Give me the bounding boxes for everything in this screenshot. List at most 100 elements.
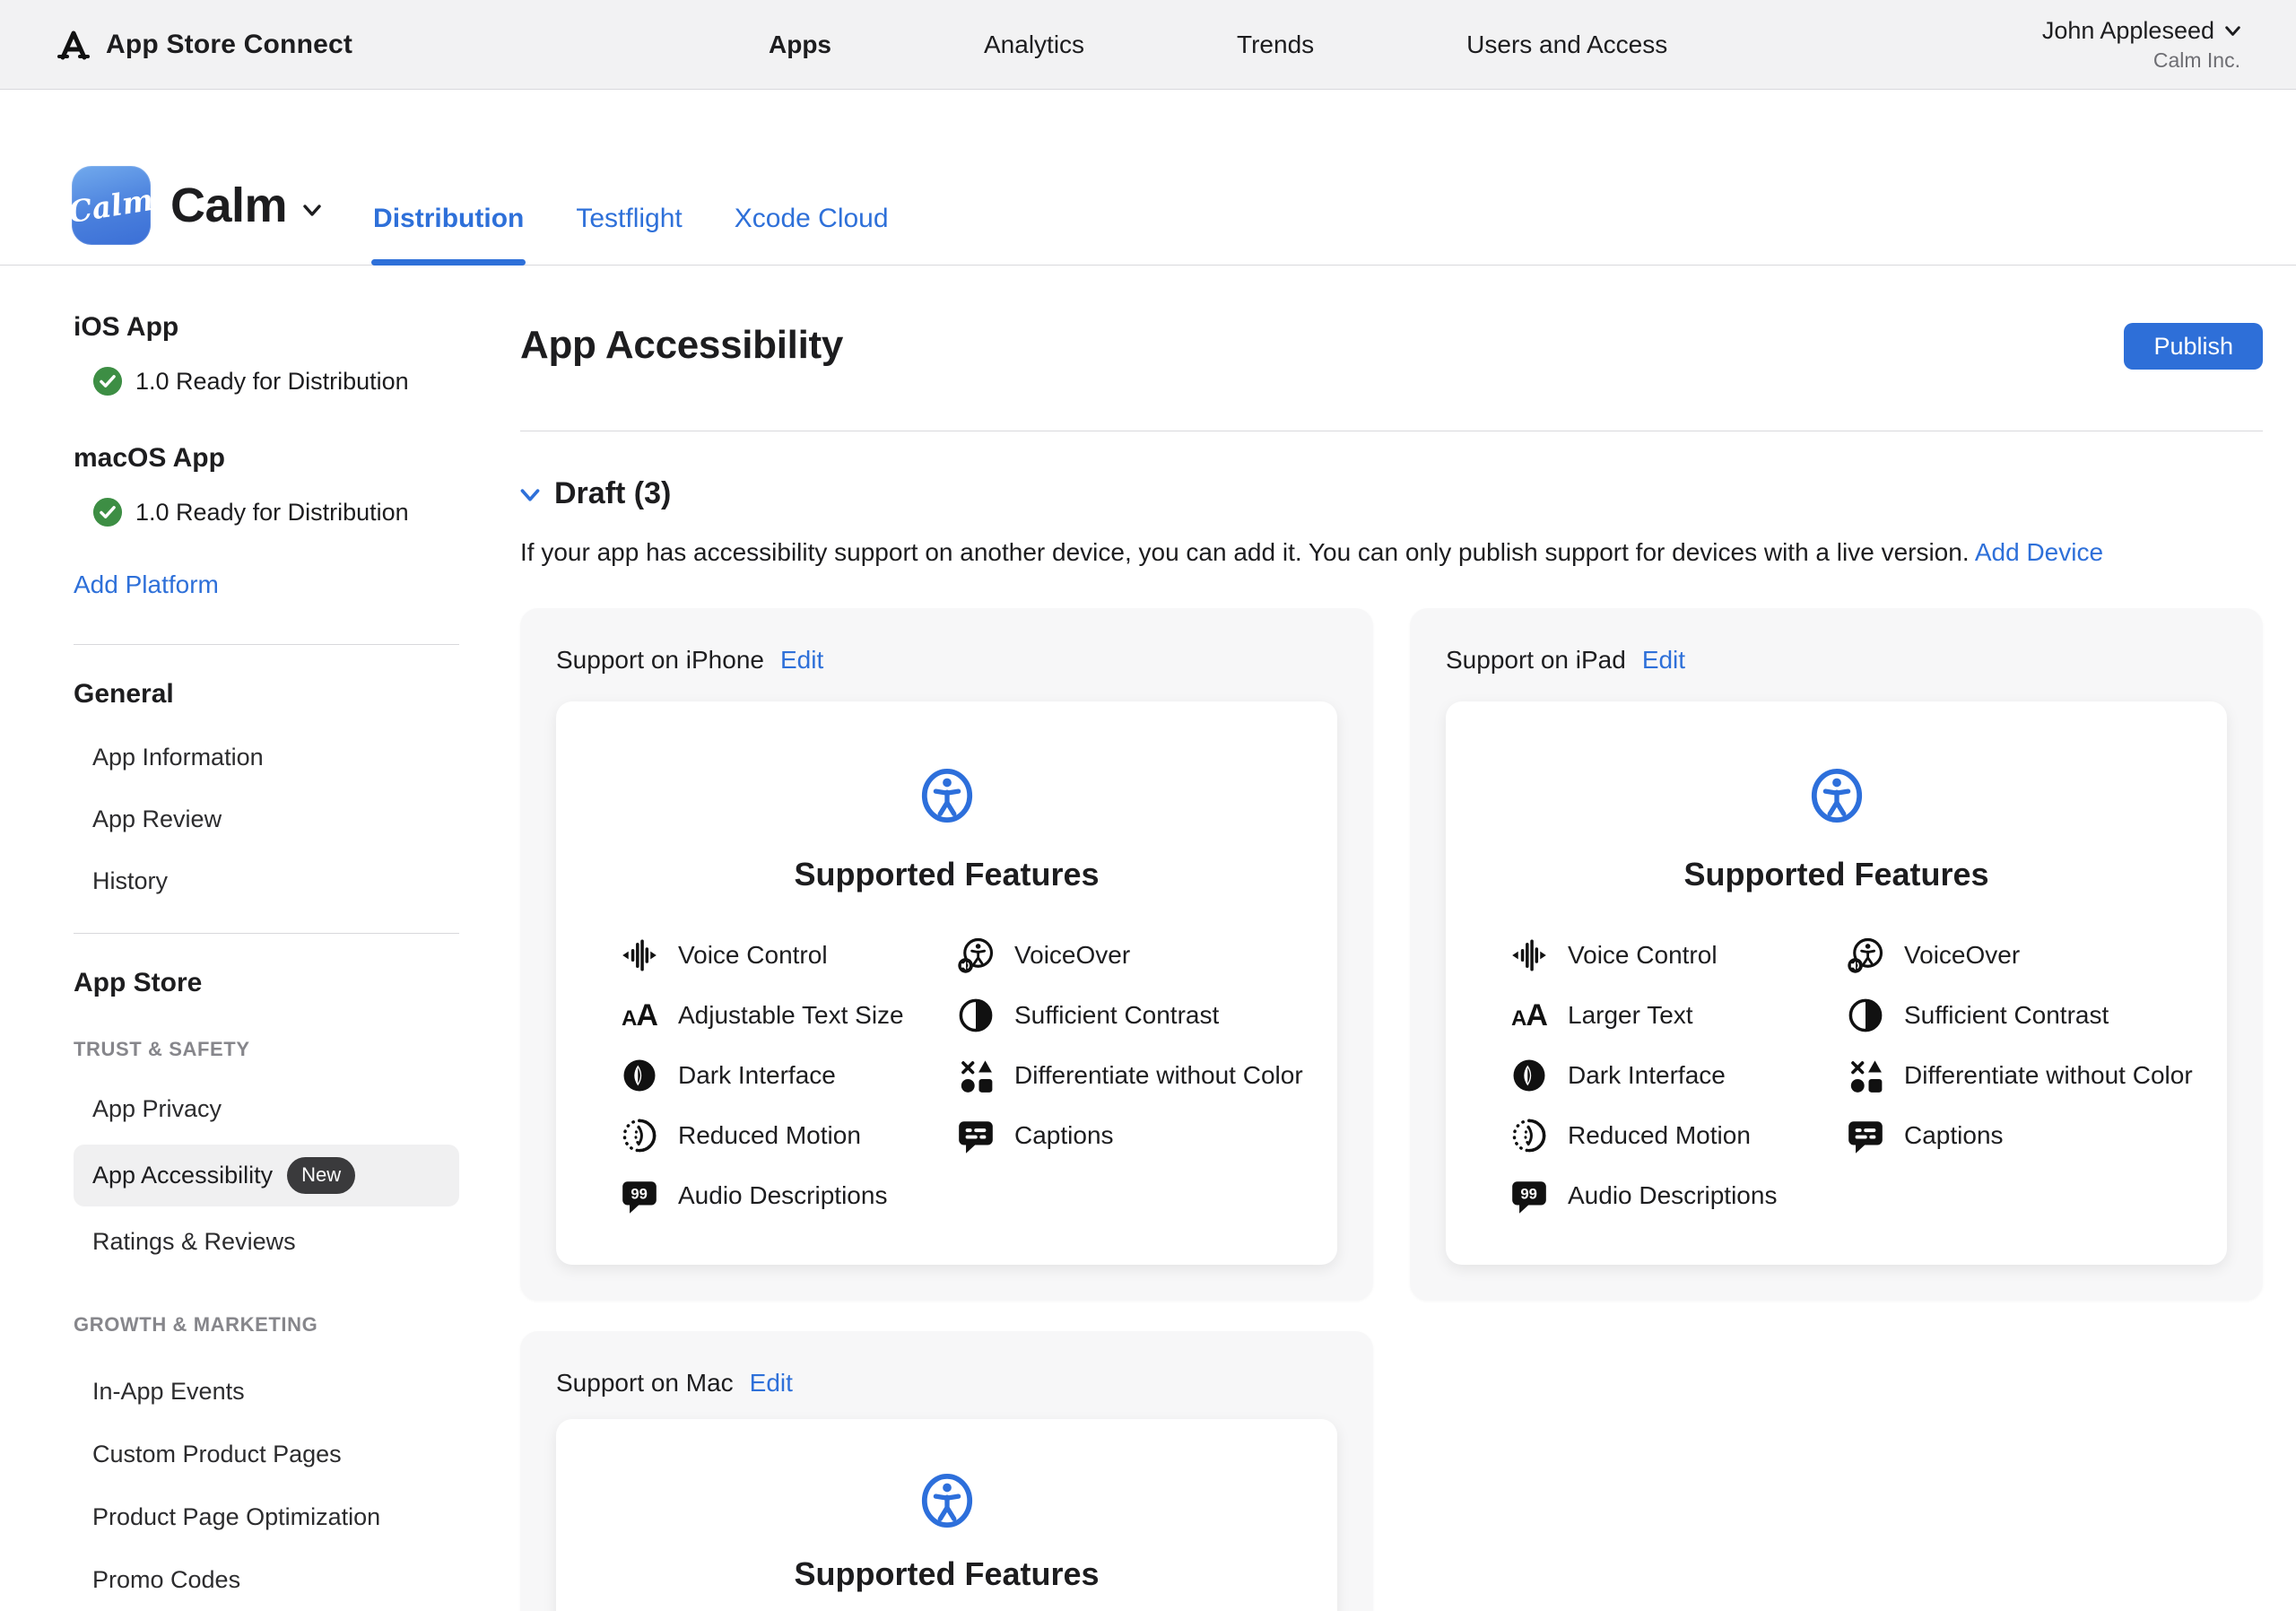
add-platform-link[interactable]: Add Platform — [74, 570, 219, 599]
sidebar-item-app-review[interactable]: App Review — [74, 806, 459, 833]
add-device-link[interactable]: Add Device — [1975, 538, 2103, 566]
voice-control-icon — [1509, 935, 1550, 976]
publish-button[interactable]: Publish — [2124, 323, 2263, 370]
supported-features-title: Supported Features — [556, 856, 1337, 893]
draft-description: If your app has accessibility support on… — [520, 538, 2263, 567]
nav-item-analytics[interactable]: Analytics — [984, 30, 1084, 59]
differentiate-without-color-icon — [955, 1055, 996, 1096]
captions-icon — [1845, 1115, 1886, 1156]
dark-interface-icon — [1509, 1055, 1550, 1096]
sidebar-item-app-information[interactable]: App Information — [74, 744, 459, 771]
section-title-app-store: App Store — [74, 968, 459, 998]
feature-adjustable-text-size: AA Adjustable Text Size — [619, 995, 955, 1036]
differentiate-without-color-icon — [1845, 1055, 1886, 1096]
ios-status-row[interactable]: 1.0 Ready for Distribution — [74, 366, 459, 396]
new-badge: New — [287, 1157, 355, 1194]
support-on-mac-card: Support on Mac Edit Supported Features — [520, 1331, 1373, 1611]
support-on-ipad-card: Support on iPad Edit Supported Features … — [1410, 608, 2263, 1301]
card-title-ipad: Support on iPad — [1446, 646, 1626, 675]
accessibility-icon — [1809, 768, 1865, 823]
feature-captions: Captions — [955, 1115, 1337, 1156]
platform-title-ios: iOS App — [74, 312, 459, 343]
nav-item-trends[interactable]: Trends — [1237, 30, 1314, 59]
check-circle-icon — [92, 497, 123, 527]
app-tabs: Distribution Testflight Xcode Cloud — [373, 90, 889, 265]
feature-reduced-motion: Reduced Motion — [619, 1115, 955, 1156]
draft-title: Draft (3) — [554, 476, 671, 511]
feature-differentiate-without-color: Differentiate without Color — [955, 1055, 1337, 1096]
edit-mac-link[interactable]: Edit — [750, 1369, 793, 1398]
check-circle-icon — [92, 366, 123, 396]
text-size-icon: AA — [1509, 995, 1550, 1036]
sidebar-divider — [74, 644, 459, 645]
audio-descriptions-icon — [1509, 1175, 1550, 1216]
app-header: Calm Calm Distribution Testflight Xcode … — [0, 90, 2296, 266]
account-menu[interactable]: John Appleseed Calm Inc. — [2042, 0, 2240, 90]
text-size-icon: AA — [619, 995, 660, 1036]
supported-features-title: Supported Features — [556, 1555, 1337, 1593]
ipad-feature-list: Voice Control AA Larger Text Dark Interf… — [1446, 935, 2227, 1216]
app-store-connect-logo-icon — [56, 27, 91, 63]
app-store-connect-brand[interactable]: App Store Connect — [56, 0, 352, 90]
app-name: Calm — [170, 178, 287, 233]
supported-features-title: Supported Features — [1446, 856, 2227, 893]
feature-voiceover: VoiceOver — [955, 935, 1337, 976]
audio-descriptions-icon — [619, 1175, 660, 1216]
sidebar-item-custom-product-pages[interactable]: Custom Product Pages — [74, 1441, 459, 1468]
sufficient-contrast-icon — [1845, 995, 1886, 1036]
iphone-feature-list: Voice Control AA Adjustable Text Size Da… — [556, 935, 1337, 1216]
account-organization: Calm Inc. — [2153, 48, 2240, 73]
sidebar-item-in-app-events[interactable]: In-App Events — [74, 1378, 459, 1406]
calm-app-icon: Calm — [72, 166, 151, 245]
tab-xcode-cloud[interactable]: Xcode Cloud — [735, 204, 889, 265]
feature-voiceover: VoiceOver — [1845, 935, 2227, 976]
support-on-iphone-card: Support on iPhone Edit Supported Feature… — [520, 608, 1373, 1301]
ios-status-text: 1.0 Ready for Distribution — [135, 368, 409, 396]
feature-audio-descriptions: Audio Descriptions — [619, 1175, 955, 1216]
reduced-motion-icon — [1509, 1115, 1550, 1156]
sidebar-item-promo-codes[interactable]: Promo Codes — [74, 1566, 459, 1594]
draft-section-toggle[interactable]: Draft (3) — [520, 476, 2263, 511]
nav-item-users-and-access[interactable]: Users and Access — [1466, 30, 1667, 59]
macos-status-row[interactable]: 1.0 Ready for Distribution — [74, 497, 459, 527]
sidebar-item-history[interactable]: History — [74, 867, 459, 895]
reduced-motion-icon — [619, 1115, 660, 1156]
main-content: App Accessibility Publish Draft (3) If y… — [466, 266, 2296, 1611]
edit-ipad-link[interactable]: Edit — [1642, 646, 1685, 675]
feature-differentiate-without-color: Differentiate without Color — [1845, 1055, 2227, 1096]
sidebar: iOS App 1.0 Ready for Distribution macOS… — [0, 266, 466, 1611]
account-name: John Appleseed — [2042, 17, 2214, 45]
tab-distribution[interactable]: Distribution — [373, 204, 524, 265]
feature-sufficient-contrast: Sufficient Contrast — [1845, 995, 2227, 1036]
sidebar-item-app-accessibility-selected[interactable]: App Accessibility New — [74, 1145, 459, 1206]
sidebar-item-app-privacy[interactable]: App Privacy — [74, 1095, 459, 1123]
sidebar-item-ratings-reviews[interactable]: Ratings & Reviews — [74, 1228, 459, 1256]
voiceover-icon — [955, 935, 996, 976]
section-title-general: General — [74, 679, 459, 710]
nav-item-apps[interactable]: Apps — [769, 30, 831, 59]
dark-interface-icon — [619, 1055, 660, 1096]
voiceover-icon — [1845, 935, 1886, 976]
chevron-down-icon — [303, 205, 321, 217]
feature-dark-interface: Dark Interface — [1509, 1055, 1845, 1096]
platform-title-macos: macOS App — [74, 443, 459, 474]
feature-dark-interface: Dark Interface — [619, 1055, 955, 1096]
voice-control-icon — [619, 935, 660, 976]
iphone-features-panel: Supported Features Voice Control AA Adju… — [556, 701, 1337, 1265]
page-title: App Accessibility — [520, 323, 843, 368]
app-switcher[interactable]: Calm — [170, 178, 321, 233]
sidebar-divider — [74, 933, 459, 934]
sidebar-item-product-page-optimization[interactable]: Product Page Optimization — [74, 1503, 459, 1531]
tab-testflight[interactable]: Testflight — [576, 204, 682, 265]
macos-status-text: 1.0 Ready for Distribution — [135, 499, 409, 527]
mac-features-panel: Supported Features — [556, 1419, 1337, 1611]
group-title-growth-marketing: GROWTH & MARKETING — [74, 1313, 459, 1337]
edit-iphone-link[interactable]: Edit — [780, 646, 823, 675]
feature-captions: Captions — [1845, 1115, 2227, 1156]
sufficient-contrast-icon — [955, 995, 996, 1036]
primary-nav: Apps Analytics Trends Users and Access — [769, 0, 1667, 90]
brand-title: App Store Connect — [106, 30, 352, 60]
captions-icon — [955, 1115, 996, 1156]
card-title-mac: Support on Mac — [556, 1369, 734, 1398]
feature-larger-text: AA Larger Text — [1509, 995, 1845, 1036]
